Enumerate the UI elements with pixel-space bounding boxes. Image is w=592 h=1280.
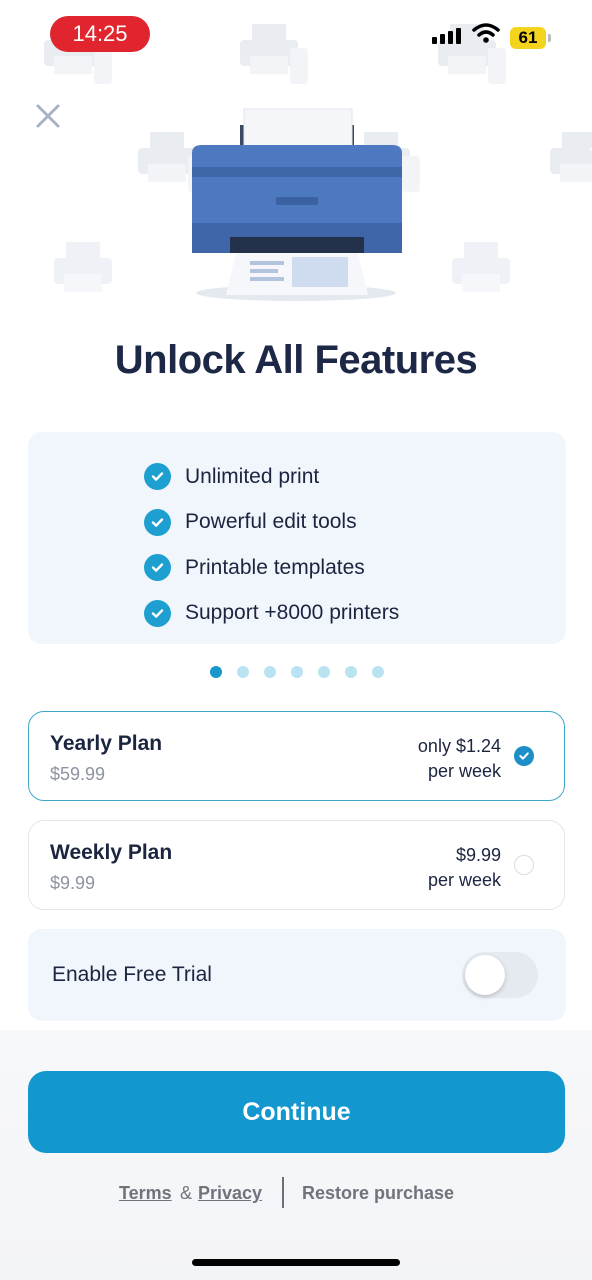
check-circle-icon [144,554,171,582]
feature-item: Powerful edit tools [28,500,566,546]
status-bar: 14:25 61 [0,0,592,70]
background-printer-icon [452,242,510,292]
bottom-panel [0,1030,592,1280]
free-trial-row[interactable]: Enable Free Trial [28,929,566,1021]
pagination-dots [210,666,384,678]
plan-weekly-rate: only $1.24 per week [418,734,501,784]
cellular-signal-icon [432,28,461,44]
background-printer-icon [54,242,112,292]
plan-option-yearly[interactable]: Yearly Plan $59.99 only $1.24 per week [28,711,565,801]
plan-weekly-rate: $9.99 per week [428,843,501,893]
feature-item: Printable templates [28,545,566,591]
plan-total-price: $9.99 [50,873,96,893]
free-trial-toggle[interactable] [462,952,538,998]
feature-item: Support +8000 printers [28,591,566,637]
page-title: Unlock All Features [114,338,478,382]
radio-checked-icon[interactable] [514,746,534,766]
printer-illustration [192,108,402,301]
plan-name: Weekly Plan [50,841,173,864]
toggle-knob [465,955,505,995]
check-circle-icon [144,599,171,627]
continue-button[interactable]: Continue [28,1071,565,1153]
battery-nub [548,34,551,42]
feature-label: Unlimited print [185,464,320,488]
plan-rate-unit: per week [427,870,501,890]
close-icon[interactable] [34,102,62,130]
radio-unchecked-icon[interactable] [514,855,534,875]
check-circle-icon [144,508,171,536]
plan-rate-line: only $1.24 [417,736,501,756]
footer-divider [282,1177,284,1208]
pagination-dot[interactable] [264,666,276,678]
restore-purchase-button[interactable]: Restore purchase [302,1183,454,1204]
home-indicator [192,1259,400,1266]
plan-total-price: $59.99 [50,764,106,784]
status-time: 14:25 [50,16,150,52]
plan-option-weekly[interactable]: Weekly Plan $9.99 $9.99 per week [28,820,565,910]
feature-label: Support +8000 printers [185,601,400,625]
background-printer-icon [550,132,592,182]
pagination-dot[interactable] [210,666,222,678]
feature-label: Printable templates [185,555,365,579]
feature-item: Unlimited print [28,454,566,500]
pagination-dot[interactable] [345,666,357,678]
battery-icon: 61 [510,27,546,49]
plan-rate-line: $9.99 [455,845,501,865]
pagination-dot[interactable] [318,666,330,678]
terms-link[interactable]: Terms [119,1183,172,1204]
link-separator: & [180,1183,193,1203]
pagination-dot[interactable] [237,666,249,678]
pagination-dot[interactable] [291,666,303,678]
free-trial-label: Enable Free Trial [52,963,212,986]
footer-links: Terms & Privacy Restore purchase [0,1177,592,1211]
check-circle-icon [144,463,171,491]
privacy-link[interactable]: Privacy [198,1183,262,1204]
plan-rate-unit: per week [427,761,501,781]
pagination-dot[interactable] [372,666,384,678]
plan-name: Yearly Plan [50,732,163,755]
feature-list: Unlimited print Powerful edit tools Prin… [28,432,566,644]
feature-label: Powerful edit tools [185,510,357,534]
wifi-icon [472,23,500,43]
